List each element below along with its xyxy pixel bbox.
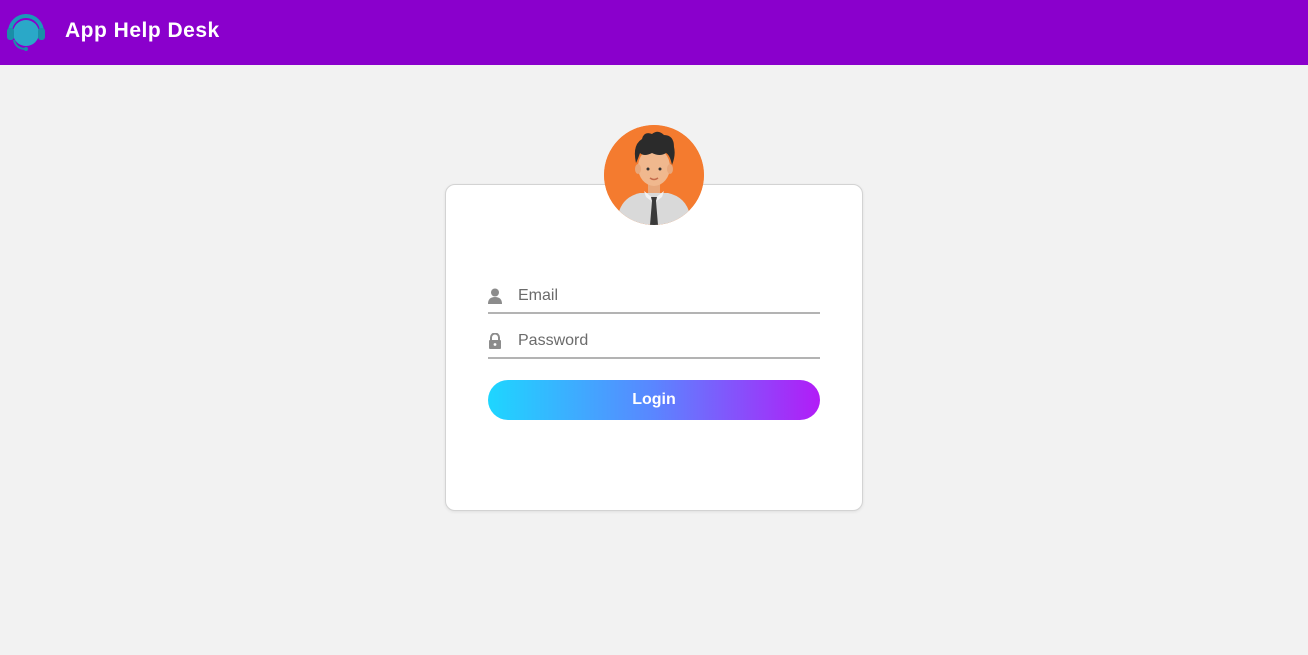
top-navbar: App Help Desk — [0, 0, 1308, 65]
password-input[interactable] — [518, 326, 808, 356]
email-input[interactable] — [518, 281, 808, 311]
app-title[interactable]: App Help Desk — [65, 19, 220, 43]
headset-support-icon[interactable] — [6, 11, 46, 53]
login-button[interactable]: Login — [488, 380, 820, 420]
user-icon — [488, 288, 502, 304]
password-field — [488, 325, 820, 359]
lock-icon — [488, 333, 502, 349]
email-field — [488, 280, 820, 314]
user-avatar-icon — [604, 125, 704, 225]
